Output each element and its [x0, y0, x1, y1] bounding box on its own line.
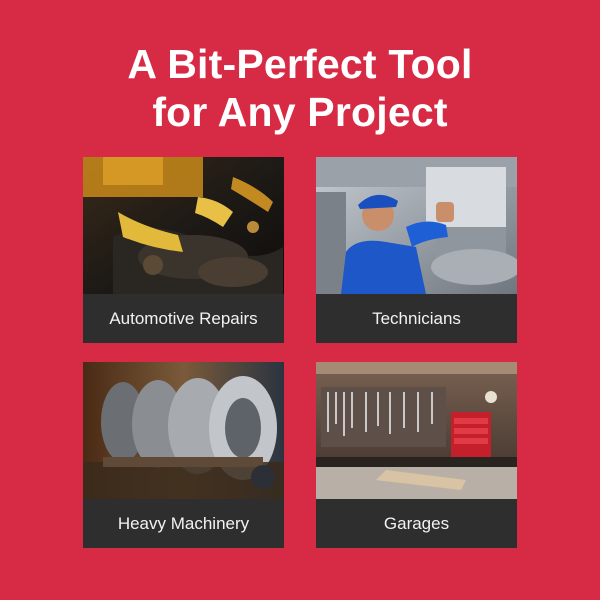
- heavy-machinery-gears-photo: [83, 362, 284, 499]
- card-garages: Garages: [316, 362, 517, 548]
- card-caption: Garages: [316, 499, 517, 548]
- automotive-engine-photo: [83, 157, 284, 294]
- card-heavy-machinery: Heavy Machinery: [83, 362, 284, 548]
- card-caption: Heavy Machinery: [83, 499, 284, 548]
- technician-ductwork-photo: [316, 157, 517, 294]
- card-automotive-repairs: Automotive Repairs: [83, 157, 284, 343]
- garage-workshop-photo: [316, 362, 517, 499]
- headline-line-2: for Any Project: [152, 89, 448, 135]
- card-caption: Technicians: [316, 294, 517, 343]
- card-technicians: Technicians: [316, 157, 517, 343]
- headline-line-1: A Bit-Perfect Tool: [127, 41, 473, 87]
- page-headline: A Bit-Perfect Tool for Any Project: [0, 40, 600, 136]
- card-caption: Automotive Repairs: [83, 294, 284, 343]
